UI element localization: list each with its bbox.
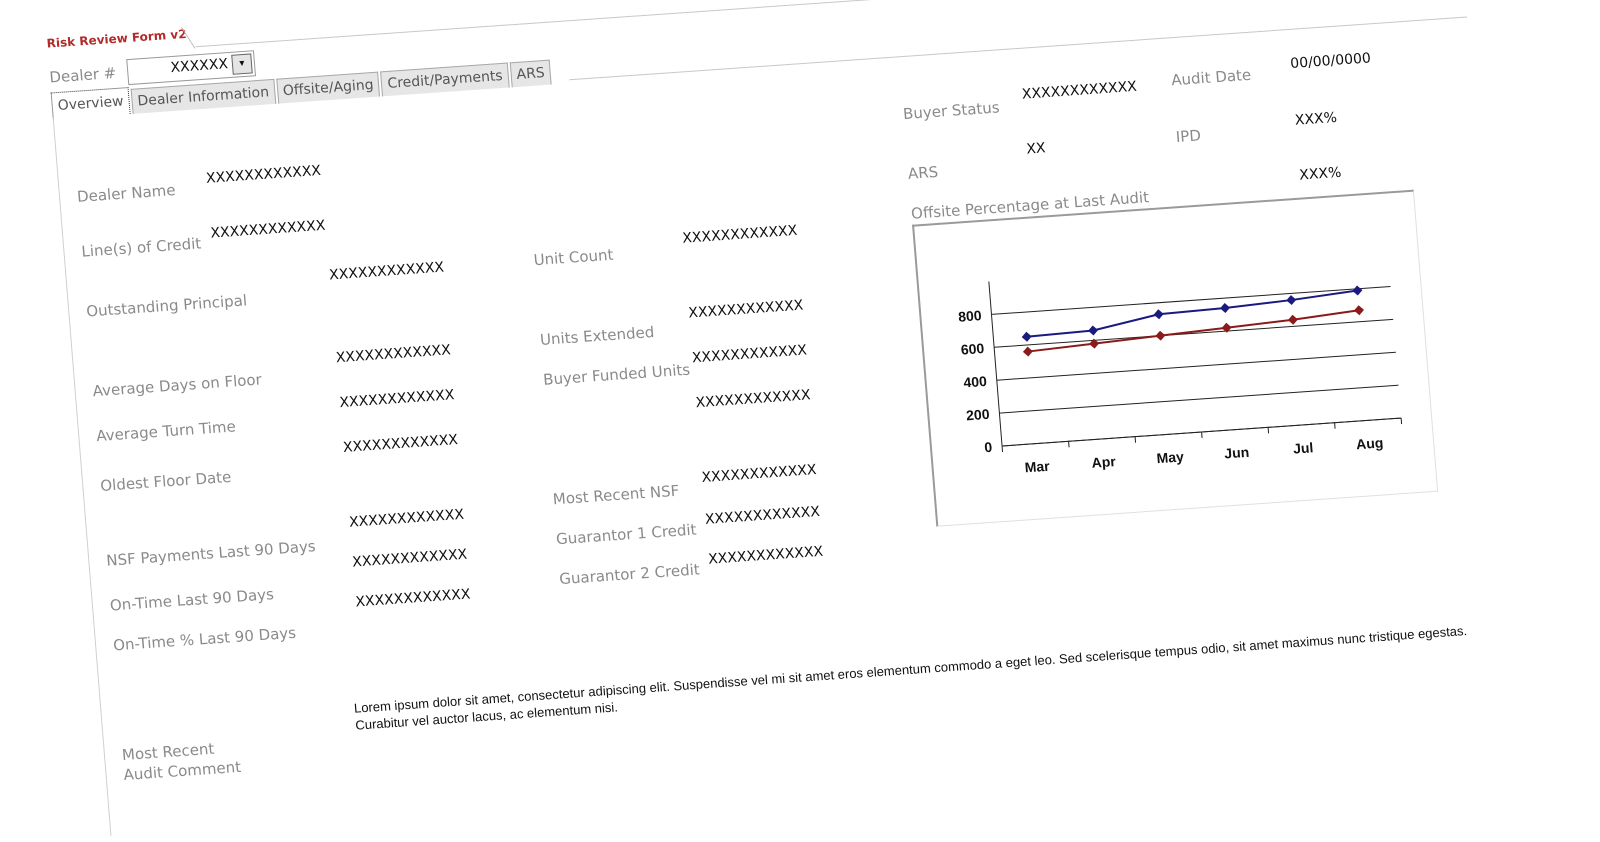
guarantor-1-credit-label: Guarantor 1 Credit — [555, 521, 697, 549]
nsf-payments-value: XXXXXXXXXXXX — [348, 507, 464, 531]
guarantor-2-credit-label: Guarantor 2 Credit — [559, 560, 701, 588]
y-tick-label: 600 — [960, 340, 985, 358]
most-recent-nsf-value: XXXXXXXXXXXX — [701, 462, 817, 486]
on-time-pct-label: On-Time % Last 90 Days — [112, 624, 296, 655]
on-time-pct-value: XXXXXXXXXXXX — [355, 586, 471, 610]
average-turn-time-value: XXXXXXXXXXXX — [339, 387, 455, 411]
lines-of-credit-label: Line(s) of Credit — [81, 234, 202, 260]
x-tick-label: Jun — [1224, 444, 1250, 462]
unit-count-label: Unit Count — [533, 246, 614, 270]
ars-value: XX — [1026, 140, 1046, 157]
x-tick-label: Aug — [1355, 434, 1383, 452]
audit-date-label: Audit Date — [1171, 66, 1252, 90]
y-tick-label: 200 — [966, 406, 991, 424]
ipd-label: IPD — [1175, 126, 1201, 146]
outstanding-principal-value: XXXXXXXXXXXX — [329, 260, 445, 284]
dealer-name-label: Dealer Name — [76, 181, 176, 206]
buyer-funded-units-value: XXXXXXXXXXXX — [691, 342, 807, 366]
form-title-tab[interactable]: Risk Review Form v2 — [44, 25, 209, 56]
buyer-funded-units-label: Buyer Funded Units — [543, 361, 691, 389]
average-days-on-floor-value: XXXXXXXXXXXX — [335, 342, 451, 366]
y-axis-line — [989, 282, 1002, 446]
buyer-status-value: XXXXXXXXXXXX — [1021, 79, 1137, 103]
trend-chart-svg: 0 200 400 600 800 Mar Apr May Jun Jul Aug — [914, 192, 1437, 526]
tab-credit-payments[interactable]: Credit/Payments — [380, 63, 509, 97]
series-1-point — [1153, 309, 1164, 320]
series-line-2 — [1026, 310, 1360, 351]
series-1-point — [1352, 285, 1363, 296]
offsite-pct-value: XXX% — [1299, 165, 1342, 184]
oldest-floor-date-value: XXXXXXXXXXXX — [342, 432, 458, 456]
trend-chart: 0 200 400 600 800 Mar Apr May Jun Jul Aug — [912, 190, 1438, 527]
x-tick-label: May — [1156, 448, 1185, 466]
series-2-point — [1287, 314, 1298, 325]
unlabeled-value: XXXXXXXXXXXX — [695, 387, 811, 411]
tab-ars[interactable]: ARS — [510, 60, 552, 88]
average-turn-time-label: Average Turn Time — [96, 417, 237, 445]
y-tick-label: 400 — [963, 373, 988, 391]
dealer-number-value[interactable]: XXXXXX — [170, 56, 229, 76]
units-extended-label: Units Extended — [539, 323, 655, 349]
audit-date-value: 00/00/0000 — [1290, 50, 1372, 72]
most-recent-nsf-label: Most Recent NSF — [552, 482, 680, 509]
ars-label: ARS — [907, 163, 939, 183]
form-header-divider — [195, 0, 1492, 47]
audit-comment-text: Lorem ipsum dolor sit amet, consectetur … — [353, 622, 1473, 734]
dealer-number-label: Dealer # — [49, 64, 117, 87]
oldest-floor-date-label: Oldest Floor Date — [100, 468, 232, 495]
x-tick-label: Jul — [1292, 439, 1313, 456]
guarantor-1-credit-value: XXXXXXXXXXXX — [704, 504, 820, 528]
nsf-payments-label: NSF Payments Last 90 Days — [106, 537, 317, 570]
tab-divider — [569, 17, 1467, 81]
y-tick-label: 800 — [958, 307, 983, 325]
y-gridline — [997, 352, 1396, 380]
tab-dealer-information[interactable]: Dealer Information — [131, 79, 276, 114]
series-1-point — [1021, 331, 1032, 342]
guarantor-2-credit-value: XXXXXXXXXXXX — [708, 544, 824, 568]
x-tick-label: Mar — [1024, 458, 1051, 476]
average-days-on-floor-label: Average Days on Floor — [92, 371, 262, 401]
outstanding-principal-label: Outstanding Principal — [86, 291, 248, 320]
buyer-status-label: Buyer Status — [902, 98, 1000, 123]
dealer-name-value: XXXXXXXXXXXX — [205, 163, 321, 187]
on-time-last-90-value: XXXXXXXXXXXX — [352, 547, 468, 571]
series-1-point — [1220, 303, 1231, 314]
y-tick-label: 0 — [984, 439, 993, 456]
on-time-last-90-label: On-Time Last 90 Days — [109, 585, 274, 614]
unit-count-value: XXXXXXXXXXXX — [682, 223, 798, 247]
series-2-point — [1155, 330, 1166, 341]
x-tick-label: Apr — [1091, 453, 1117, 471]
tab-overview[interactable]: Overview — [51, 87, 131, 119]
y-gridline — [991, 287, 1390, 315]
chevron-down-icon[interactable]: ▾ — [231, 53, 253, 74]
series-1-point — [1088, 325, 1099, 336]
units-extended-value: XXXXXXXXXXXX — [688, 298, 804, 322]
lines-of-credit-value: XXXXXXXXXXXX — [210, 218, 326, 242]
series-2-point — [1354, 305, 1365, 316]
y-gridline — [999, 385, 1398, 413]
ipd-value: XXX% — [1294, 110, 1337, 129]
series-1-point — [1286, 295, 1297, 306]
series-line-1 — [1025, 290, 1359, 336]
series-2-point — [1023, 346, 1034, 357]
tab-offsite-aging[interactable]: Offsite/Aging — [276, 72, 381, 104]
risk-review-form: Risk Review Form v2 Dealer # XXXXXX ▾ Ov… — [40, 0, 1546, 842]
